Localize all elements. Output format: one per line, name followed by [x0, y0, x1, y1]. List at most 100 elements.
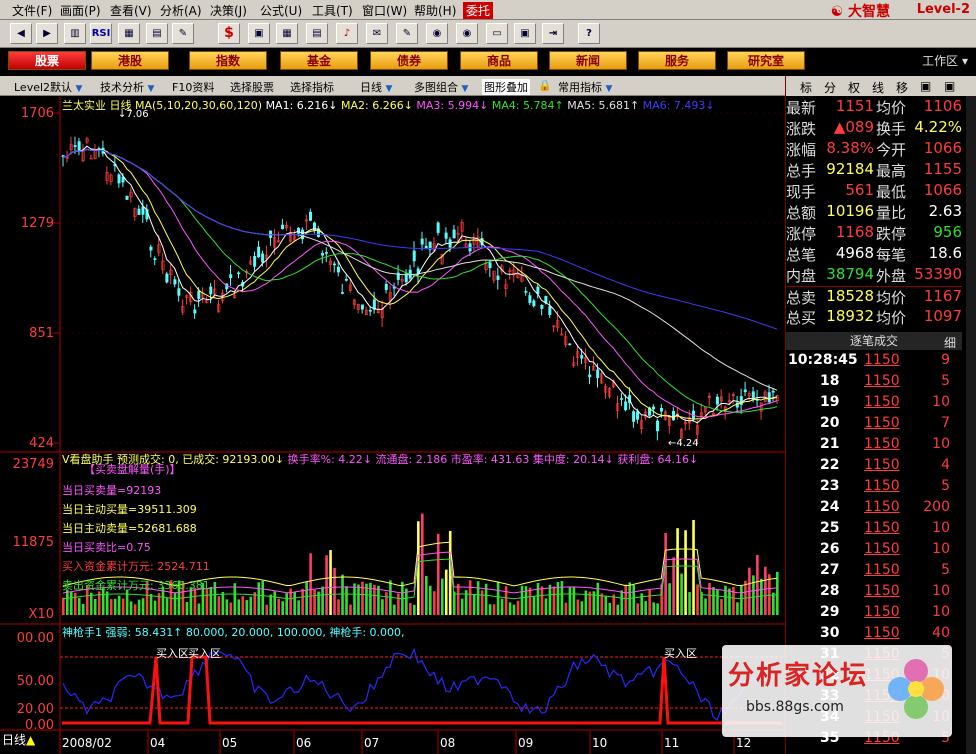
volume-stat-line: 当日买卖量=92193: [62, 484, 162, 497]
buy-zone-label-2: 买入区: [188, 647, 221, 660]
volume-bar: [121, 598, 125, 615]
volume-bar: [716, 589, 719, 615]
globe-icon[interactable]: ◉: [426, 23, 448, 44]
close-icon[interactable]: ▣: [944, 79, 955, 93]
menu-analysis[interactable]: 分析(A): [160, 2, 202, 19]
menu-trade[interactable]: 委托: [463, 2, 494, 19]
chart-title: 兰太实业 日线 MA(5,10,20,30,60,120): [62, 99, 263, 112]
bank-icon[interactable]: ▣: [248, 23, 270, 44]
volume-bar: [608, 602, 612, 615]
rsi-icon[interactable]: RSI: [90, 23, 112, 44]
tick-row: 21 1150 10: [786, 435, 962, 456]
ma-line-3: [62, 148, 778, 418]
tick-volume: 10: [932, 436, 950, 452]
quote-label: 跌停: [876, 225, 907, 243]
volume-bar: [700, 592, 703, 615]
subbar-select-stock[interactable]: 选择股票: [230, 79, 274, 95]
volume-bar: [460, 598, 464, 615]
volume-stat: 换手率%: 4.22↓: [287, 453, 372, 466]
subbar-common-indicators[interactable]: 常用指标 ▼: [558, 79, 612, 95]
volume-bar: [385, 592, 388, 615]
volume-bar: [668, 583, 671, 615]
tab-standard[interactable]: 标: [800, 79, 812, 96]
volume-bar: [221, 591, 225, 615]
menu-file[interactable]: 文件(F): [12, 2, 52, 19]
layout-icon[interactable]: ▣: [514, 23, 536, 44]
arrow-icon[interactable]: ⇥: [542, 23, 564, 44]
tick-time: 24: [820, 499, 840, 515]
back-icon[interactable]: ◀: [10, 23, 32, 44]
subbar-select-indicator[interactable]: 选择指标: [290, 79, 334, 95]
volume-bar: [596, 582, 600, 615]
bell-icon[interactable]: ♪: [336, 23, 358, 44]
tick-row: 18 1150 5: [786, 372, 962, 393]
forward-icon[interactable]: ▶: [36, 23, 58, 44]
quote-row: 总额 10196 量比 2.63: [786, 202, 962, 223]
window-icon[interactable]: ▭: [486, 23, 508, 44]
volume-bar: [536, 582, 540, 615]
news-icon[interactable]: ✉: [366, 23, 388, 44]
nav-news[interactable]: 新闻: [549, 51, 627, 70]
subbar-daily[interactable]: 日线 ▼: [360, 79, 392, 95]
scrollbar[interactable]: [966, 96, 976, 754]
info-icon[interactable]: ✎: [396, 23, 418, 44]
candle-body: [743, 389, 747, 393]
tick-volume: 40: [932, 625, 950, 641]
tab-move[interactable]: 移: [896, 79, 908, 96]
grid-icon[interactable]: ▦: [118, 23, 140, 44]
tab-split[interactable]: 分: [824, 79, 836, 96]
volume-bar: [233, 583, 237, 615]
volume-bar: [692, 519, 695, 615]
period-label[interactable]: 日线▲: [2, 731, 36, 748]
candle-body: [197, 290, 201, 299]
kline-icon[interactable]: ▥: [64, 23, 86, 44]
volume-stat-line: 卖出资金累计万元: 3366.381: [62, 579, 210, 592]
volume-bar: [764, 566, 767, 615]
tick-row: 27 1150 5: [786, 561, 962, 582]
world-icon[interactable]: ◉: [456, 23, 478, 44]
subbar-level2-default[interactable]: Level2默认 ▼: [14, 79, 82, 95]
tick-row: 28 1150 10: [786, 582, 962, 603]
restore-icon[interactable]: ▣: [920, 79, 931, 93]
menu-tools[interactable]: 工具(T): [312, 2, 353, 19]
volume-bar: [736, 602, 739, 615]
nav-research[interactable]: 研究室: [727, 51, 805, 70]
menu-decision[interactable]: 决策(J): [210, 2, 247, 19]
menu-formula[interactable]: 公式(U): [260, 2, 302, 19]
menu-window[interactable]: 窗口(W): [362, 2, 407, 19]
question-icon[interactable]: ?: [578, 23, 600, 44]
tick-price: 1150: [864, 562, 900, 578]
nav-stocks[interactable]: 股票: [8, 51, 86, 70]
tick-time: 22: [820, 457, 840, 473]
volume-bar: [576, 599, 580, 615]
nav-funds[interactable]: 基金: [280, 51, 358, 70]
tab-line[interactable]: 线: [872, 79, 884, 96]
subbar-f10[interactable]: F10资料: [172, 79, 214, 95]
quote-value: 18.6: [928, 244, 962, 262]
volume-bar: [712, 587, 715, 615]
tab-rights[interactable]: 权: [848, 79, 860, 96]
menu-view[interactable]: 查看(V): [110, 2, 152, 19]
nav-commodities[interactable]: 商品: [460, 51, 538, 70]
lock-icon[interactable]: 🔒: [538, 79, 552, 92]
dollar-icon[interactable]: $: [218, 23, 240, 44]
report-icon[interactable]: ▤: [306, 23, 328, 44]
calendar-icon[interactable]: ▦: [276, 23, 298, 44]
nav-index[interactable]: 指数: [189, 51, 267, 70]
chart-area[interactable]: 1706 1279 851 424 ↓7.06 ←4.24 23749 11875 X10 0…: [0, 97, 785, 754]
volume-bar: [241, 596, 245, 615]
menu-help[interactable]: 帮助(H): [414, 2, 456, 19]
work-area-menu[interactable]: 工作区 ▾: [922, 52, 968, 69]
ruler-icon[interactable]: ✎: [172, 23, 194, 44]
subbar-overlay[interactable]: 图形叠加: [482, 79, 530, 95]
nav-services[interactable]: 服务: [638, 51, 716, 70]
subbar-tech-analysis[interactable]: 技术分析 ▼: [100, 79, 154, 95]
nav-bonds[interactable]: 债券: [370, 51, 448, 70]
chart-icon[interactable]: ▤: [146, 23, 168, 44]
volume-bar: [149, 593, 153, 615]
subbar-multi-chart[interactable]: 多图组合 ▼: [414, 79, 468, 95]
price-tick-label: 424: [29, 436, 54, 451]
tick-detail-button[interactable]: 细: [944, 334, 956, 351]
menu-view-panel[interactable]: 画面(P): [60, 2, 101, 19]
nav-hk-stocks[interactable]: 港股: [91, 51, 169, 70]
